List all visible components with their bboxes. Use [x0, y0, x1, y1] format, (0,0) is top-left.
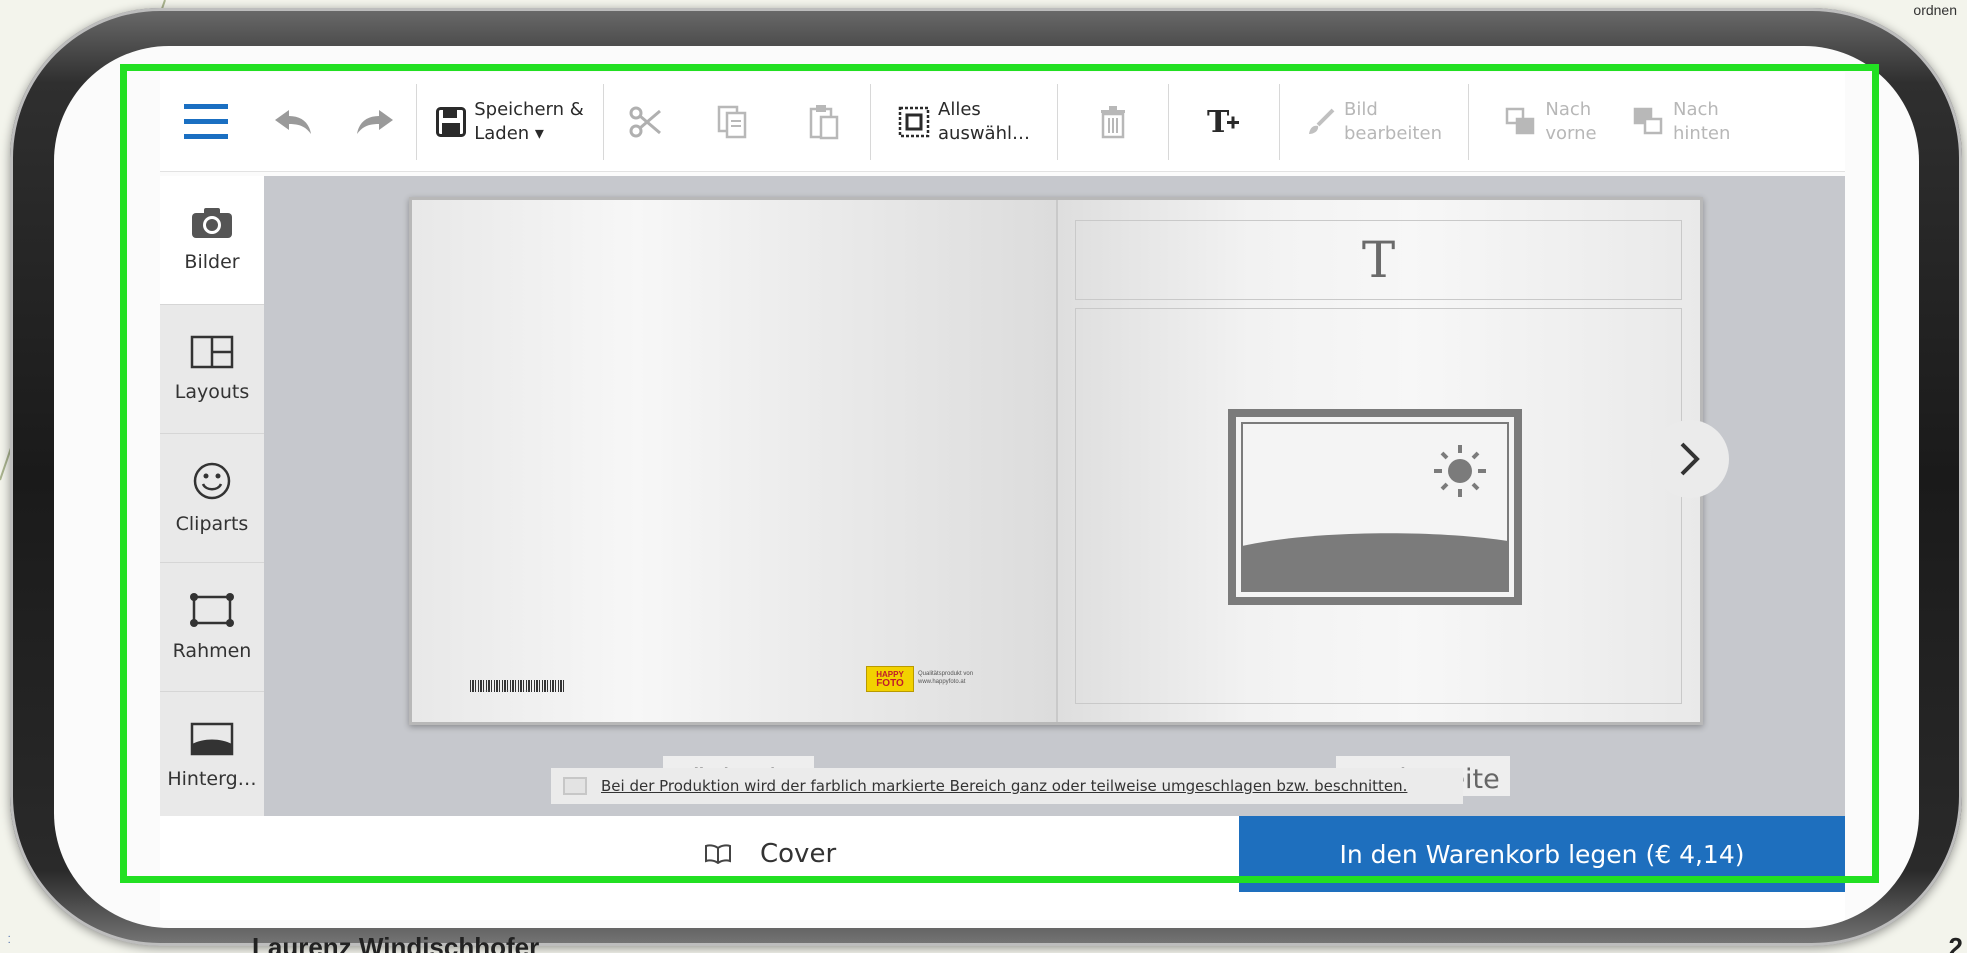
highlight-box: [120, 64, 1879, 883]
slide-page-number: 2: [1948, 932, 1963, 953]
slide-thumbnail-notes: • •: [8, 934, 10, 946]
slide-corner-text: ordnen: [1913, 2, 1957, 18]
tiny-note-line: •: [8, 940, 11, 945]
slide-author: Laurenz Windischhofer: [252, 932, 540, 953]
